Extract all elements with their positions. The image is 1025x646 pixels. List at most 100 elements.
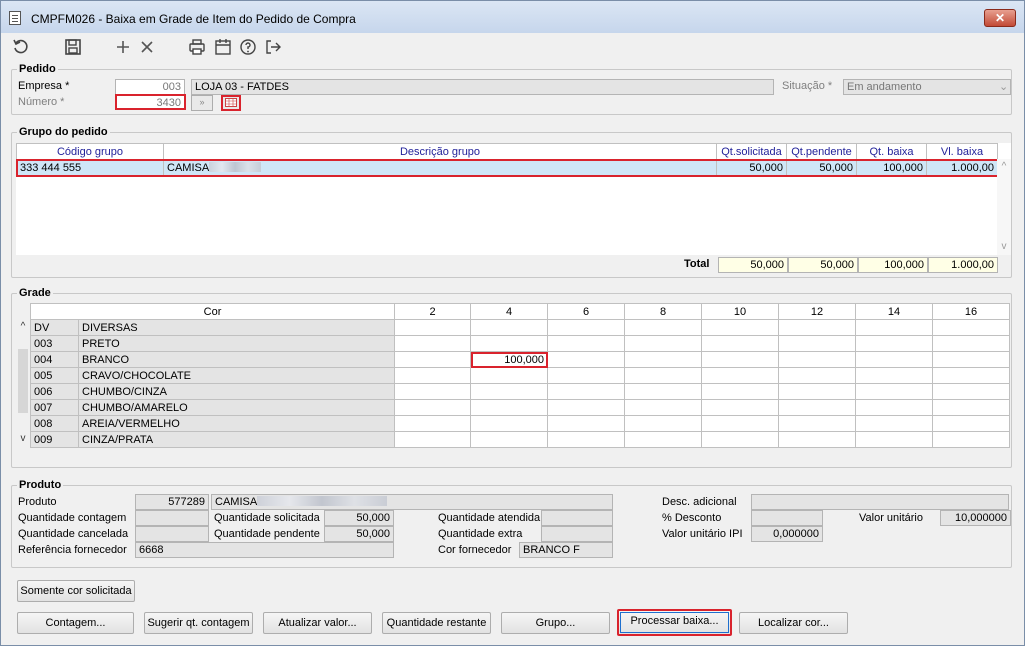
help-icon[interactable]	[238, 38, 258, 58]
situacao-select[interactable]: Em andamento	[843, 79, 1011, 95]
grade-cell[interactable]	[470, 415, 549, 432]
table-row[interactable]: 007 CHUMBO/AMARELO	[30, 399, 1011, 416]
grade-cell[interactable]	[624, 431, 703, 448]
exit-icon[interactable]	[263, 38, 283, 58]
table-row[interactable]: 009 CINZA/PRATA	[30, 431, 1011, 448]
grade-cell[interactable]	[624, 335, 703, 352]
col-descricao-grupo[interactable]: Descrição grupo	[163, 143, 717, 160]
grade-cell[interactable]	[470, 367, 549, 384]
grade-cell[interactable]	[624, 351, 703, 368]
grid-icon[interactable]	[221, 95, 241, 111]
col-qt-baixa[interactable]: Qt. baixa	[856, 143, 927, 160]
col-cor[interactable]: Cor	[29, 303, 396, 320]
grade-cell[interactable]	[855, 415, 934, 432]
grade-cell[interactable]	[701, 399, 780, 416]
grade-cell[interactable]	[932, 383, 1011, 400]
chevron-down-icon[interactable]: ⌄	[999, 80, 1008, 93]
grade-cell[interactable]	[855, 367, 934, 384]
search-icon[interactable]: »	[191, 95, 213, 111]
col-size-10[interactable]: 10	[701, 303, 780, 320]
grade-cell[interactable]	[624, 319, 703, 336]
empresa-code-field[interactable]: 003	[115, 79, 185, 95]
grade-cell[interactable]	[547, 351, 626, 368]
col-vl-baixa[interactable]: Vl. baixa	[926, 143, 998, 160]
grade-cell[interactable]	[778, 431, 857, 448]
grade-cell[interactable]	[394, 415, 472, 432]
col-size-12[interactable]: 12	[778, 303, 857, 320]
grade-cell[interactable]	[470, 431, 549, 448]
grade-cell[interactable]	[855, 431, 934, 448]
grade-cell[interactable]	[394, 351, 472, 368]
processar-baixa-button[interactable]: Processar baixa...	[617, 609, 732, 636]
grade-cell[interactable]	[547, 431, 626, 448]
chevron-up-icon[interactable]: ^	[997, 161, 1011, 173]
grade-cell[interactable]	[624, 383, 703, 400]
grade-cell[interactable]	[855, 383, 934, 400]
grade-cell[interactable]	[778, 351, 857, 368]
somente-cor-solicitada-button[interactable]: Somente cor solicitada	[17, 580, 135, 602]
grade-cell[interactable]	[624, 399, 703, 416]
atualizar-valor-button[interactable]: Atualizar valor...	[263, 612, 372, 634]
grupo-button[interactable]: Grupo...	[501, 612, 610, 634]
grade-cell[interactable]	[778, 367, 857, 384]
grade-cell[interactable]	[778, 319, 857, 336]
save-icon[interactable]	[63, 38, 83, 58]
grade-cell[interactable]	[778, 335, 857, 352]
grade-cell[interactable]	[932, 319, 1011, 336]
table-row[interactable]: 333 444 555 CAMISA 50,000 50,000 100,000…	[15, 158, 999, 177]
col-size-14[interactable]: 14	[855, 303, 934, 320]
grade-cell[interactable]	[547, 383, 626, 400]
grade-cell[interactable]	[470, 399, 549, 416]
table-row[interactable]: 008 AREIA/VERMELHO	[30, 415, 1011, 432]
grade-cell[interactable]	[932, 431, 1011, 448]
chevron-down-icon[interactable]: v	[997, 241, 1011, 253]
grade-cell[interactable]	[701, 367, 780, 384]
grade-cell[interactable]	[470, 383, 549, 400]
grade-cell[interactable]	[547, 415, 626, 432]
grade-cell[interactable]	[394, 335, 472, 352]
grade-scrollbar[interactable]: ^ v	[16, 319, 30, 447]
grade-cell[interactable]	[701, 319, 780, 336]
grade-cell[interactable]	[778, 383, 857, 400]
contagem-button[interactable]: Contagem...	[17, 612, 134, 634]
grade-cell[interactable]	[701, 415, 780, 432]
grade-cell[interactable]	[624, 415, 703, 432]
grade-cell[interactable]	[547, 319, 626, 336]
col-codigo-grupo[interactable]: Código grupo	[16, 143, 164, 160]
grade-cell[interactable]	[470, 319, 549, 336]
col-size-6[interactable]: 6	[547, 303, 626, 320]
chevron-up-icon[interactable]: ^	[16, 321, 30, 333]
grade-cell[interactable]	[778, 415, 857, 432]
grade-cell[interactable]	[932, 399, 1011, 416]
grade-cell[interactable]	[855, 335, 934, 352]
quantidade-restante-button[interactable]: Quantidade restante	[382, 612, 491, 634]
table-row[interactable]: 003 PRETO	[30, 335, 1011, 352]
grupo-scrollbar[interactable]: ^ v	[997, 159, 1011, 255]
grade-cell[interactable]	[932, 351, 1011, 368]
close-button[interactable]: ✕	[984, 9, 1016, 27]
grade-cell[interactable]	[855, 319, 934, 336]
sugerir-qt-contagem-button[interactable]: Sugerir qt. contagem	[144, 612, 253, 634]
table-row[interactable]: 006 CHUMBO/CINZA	[30, 383, 1011, 400]
add-icon[interactable]	[113, 38, 133, 58]
grade-cell[interactable]	[932, 335, 1011, 352]
table-row[interactable]: DV DIVERSAS	[30, 319, 1011, 336]
table-row[interactable]: 004 BRANCO 100,000	[30, 351, 1011, 368]
grade-cell[interactable]	[394, 399, 472, 416]
numero-field[interactable]: 3430	[115, 94, 186, 110]
grade-cell[interactable]	[470, 335, 549, 352]
col-size-4[interactable]: 4	[470, 303, 549, 320]
col-qt-pendente[interactable]: Qt.pendente	[786, 143, 857, 160]
grade-cell[interactable]	[624, 367, 703, 384]
grade-cell[interactable]	[701, 383, 780, 400]
calendar-icon[interactable]	[213, 38, 233, 58]
localizar-cor-button[interactable]: Localizar cor...	[739, 612, 848, 634]
refresh-icon[interactable]	[11, 38, 31, 58]
grade-scroll-thumb[interactable]	[18, 349, 28, 413]
grade-cell[interactable]	[932, 367, 1011, 384]
grade-cell[interactable]	[701, 351, 780, 368]
grade-cell[interactable]	[394, 319, 472, 336]
col-size-8[interactable]: 8	[624, 303, 703, 320]
grade-cell[interactable]	[932, 415, 1011, 432]
table-row[interactable]: 005 CRAVO/CHOCOLATE	[30, 367, 1011, 384]
